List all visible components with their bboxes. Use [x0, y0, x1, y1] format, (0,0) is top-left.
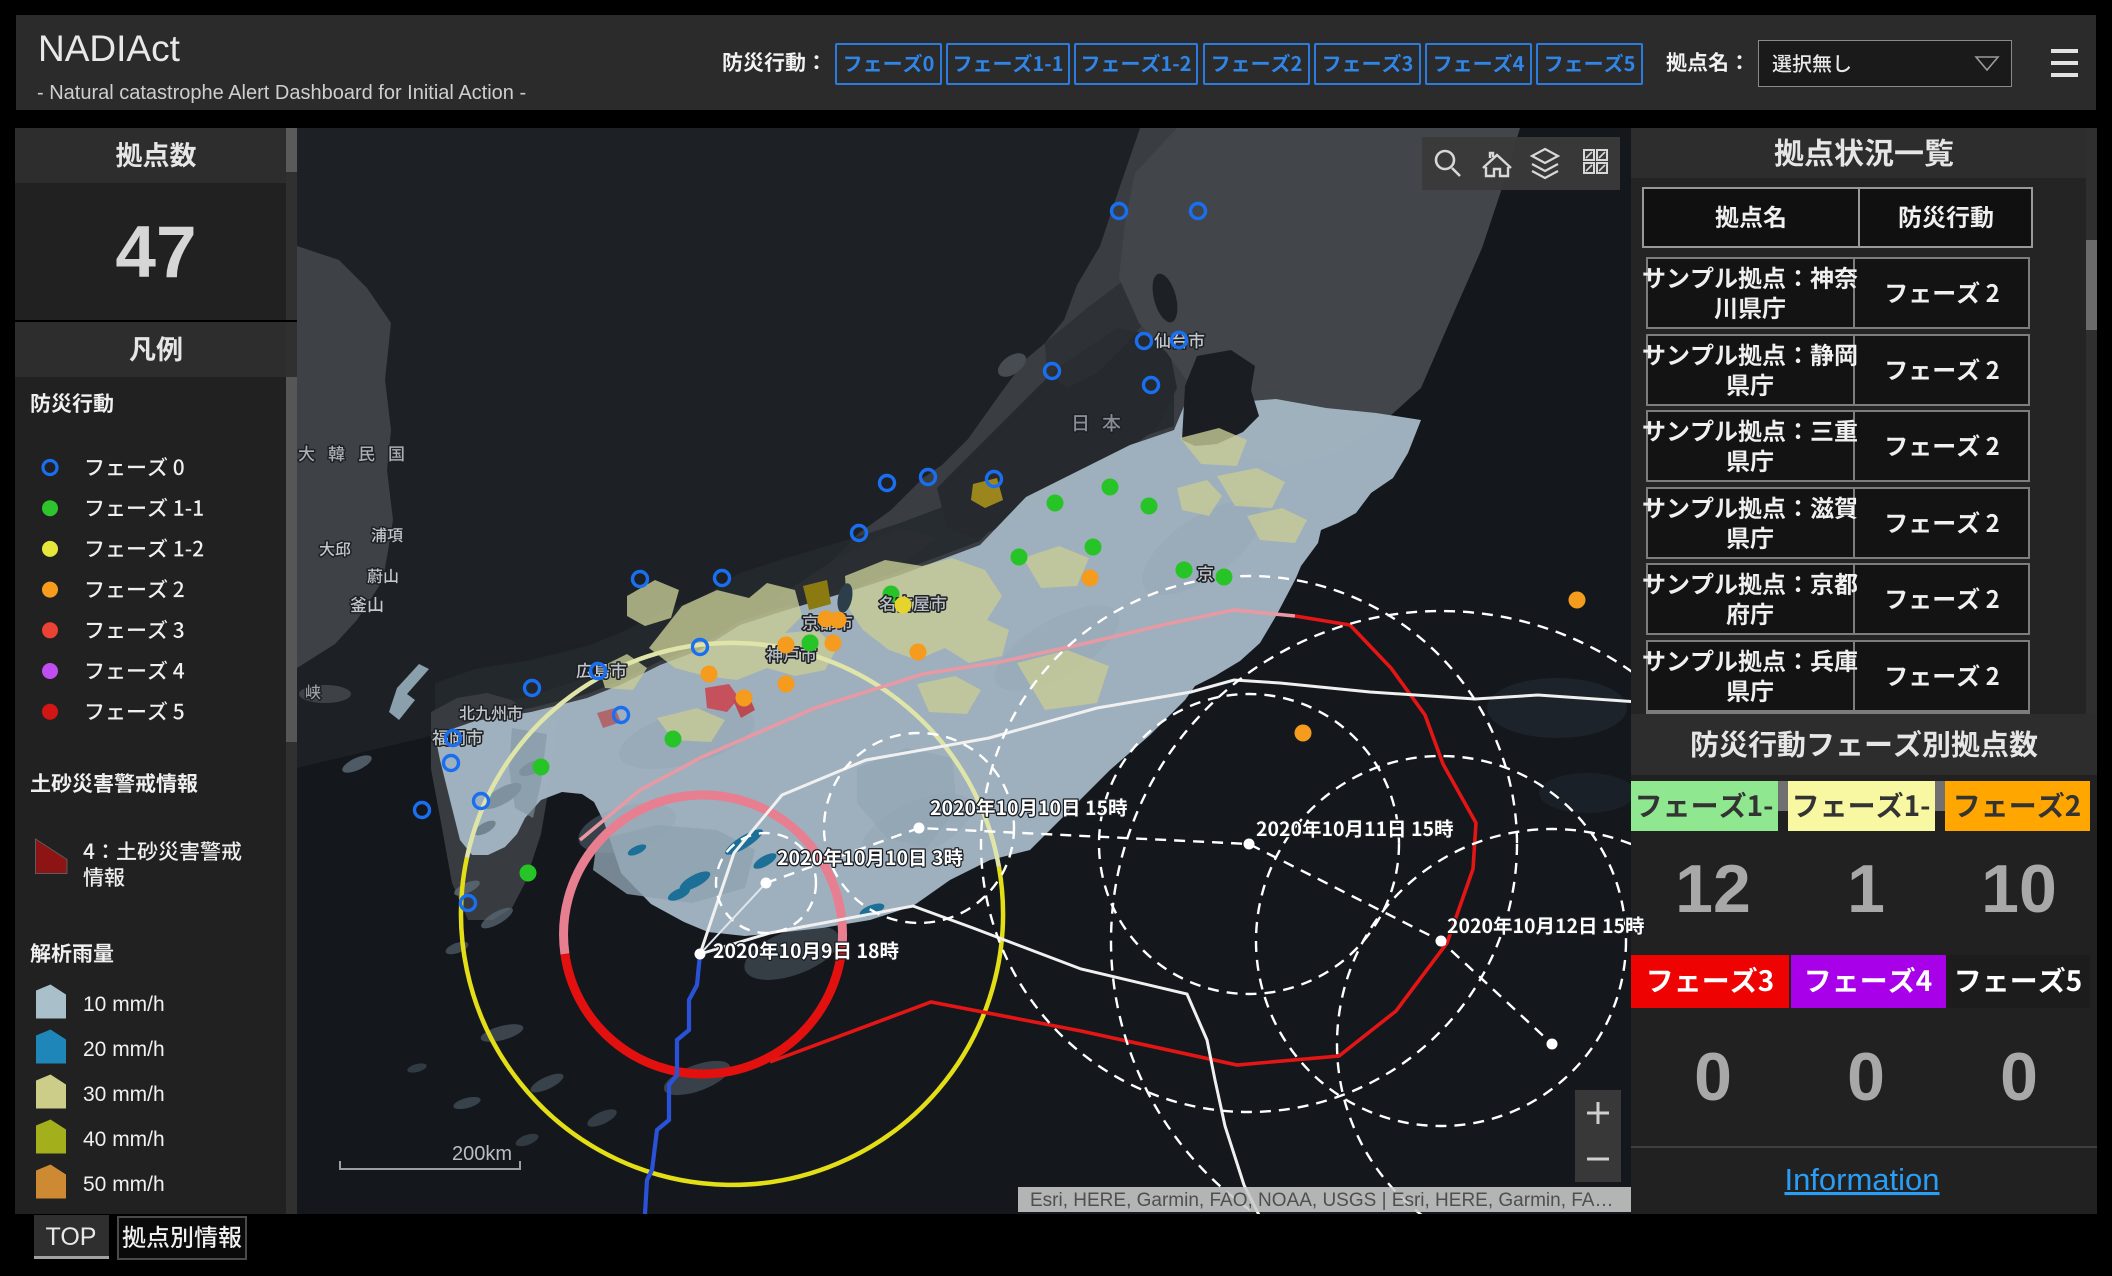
svg-text:20 mm/h: 20 mm/h: [83, 1038, 165, 1061]
svg-text:1: 1: [1847, 851, 1885, 927]
svg-text:0: 0: [1847, 1039, 1885, 1115]
svg-text:47: 47: [115, 212, 196, 293]
svg-text:- Natural catastrophe Alert Da: - Natural catastrophe Alert Dashboard fo…: [37, 82, 526, 104]
svg-text:Esri, HERE, Garmin, FAO, NOAA,: Esri, HERE, Garmin, FAO, NOAA, USGS | Es…: [1030, 1190, 1613, 1211]
svg-text:0: 0: [1694, 1039, 1732, 1115]
svg-text:40 mm/h: 40 mm/h: [83, 1128, 165, 1151]
svg-text:12: 12: [1675, 851, 1751, 927]
svg-text:10: 10: [1981, 851, 2057, 927]
svg-text:NADIAct: NADIAct: [38, 28, 181, 69]
svg-text:30 mm/h: 30 mm/h: [83, 1083, 165, 1106]
svg-text:Information: Information: [1784, 1162, 1939, 1197]
svg-text:10 mm/h: 10 mm/h: [83, 993, 165, 1016]
svg-text:50 mm/h: 50 mm/h: [83, 1173, 165, 1196]
svg-text:0: 0: [2000, 1039, 2038, 1115]
svg-text:TOP: TOP: [46, 1223, 97, 1251]
svg-text:200km: 200km: [452, 1143, 512, 1165]
